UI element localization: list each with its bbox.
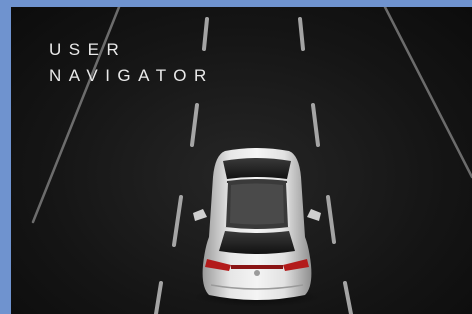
road-scene: USER NAVIGATOR <box>11 7 472 314</box>
car-top-view-icon <box>193 148 321 307</box>
title-line-1: USER <box>49 40 127 59</box>
right-road-edge <box>383 7 472 179</box>
cover-frame: USER NAVIGATOR <box>0 0 472 314</box>
app-title: USER NAVIGATOR <box>49 37 214 89</box>
title-line-2: NAVIGATOR <box>49 66 214 85</box>
